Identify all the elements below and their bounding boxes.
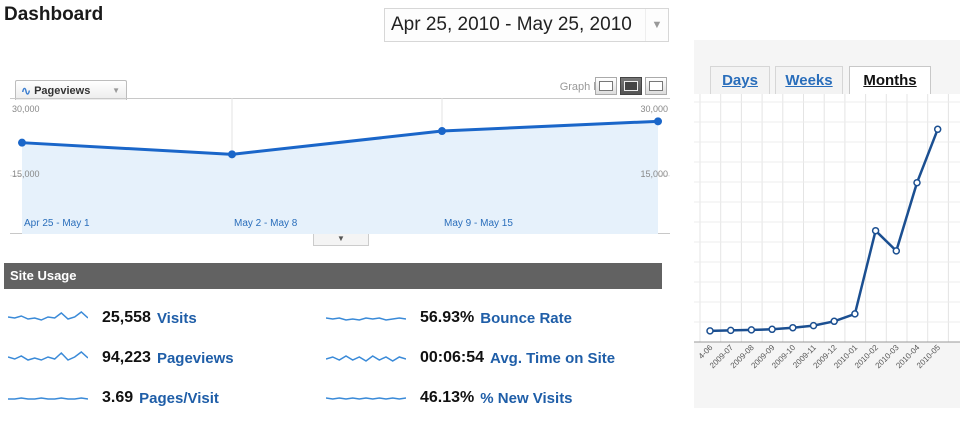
x-tick-label: Apr 25 - May 1 [24, 218, 90, 229]
sparkline [326, 397, 406, 400]
stat-pages-visit[interactable]: 3.69 Pages/Visit [8, 385, 326, 411]
page-title: Dashboard [4, 4, 104, 25]
y-tick-label: 30,000 [12, 104, 40, 114]
sparkline-path [8, 397, 88, 400]
metric-selector-label: Pageviews [34, 84, 91, 97]
site-usage-stats: 25,558 Visits 56.93% Bounce Rate 94,223 … [8, 305, 615, 411]
data-point [851, 310, 859, 318]
chevron-down-icon[interactable]: ▼ [645, 9, 668, 41]
stat-value: 25,558 [102, 309, 151, 326]
metric-selector[interactable]: ∿ Pageviews ▼ [15, 80, 127, 100]
date-range-text: Apr 25, 2010 - May 25, 2010 [391, 14, 632, 35]
data-point [726, 326, 735, 335]
chevron-down-icon: ▼ [112, 86, 120, 95]
data-point [809, 321, 818, 330]
growth-chart-panel: Days Weeks Months 4-06 2009-07 2009-08 2009… [694, 40, 960, 408]
stat-label[interactable]: Pages/Visit [139, 390, 219, 407]
stat-value: 56.93% [420, 309, 475, 326]
week-icon [624, 81, 638, 91]
stat-label[interactable]: Visits [157, 310, 197, 327]
data-point [768, 325, 776, 334]
graph-by-week-button[interactable] [620, 77, 642, 95]
data-point [913, 178, 921, 187]
tab-label: Weeks [785, 72, 833, 89]
sparkline [326, 317, 406, 321]
stat-value: 46.13% [420, 389, 475, 406]
tab-label: Months [863, 72, 917, 89]
line-chart-icon: ∿ [21, 83, 32, 98]
data-point [228, 150, 236, 159]
stat-value: 00:06:54 [420, 349, 485, 366]
x-tick-label: May 9 - May 15 [444, 218, 513, 229]
data-point [830, 317, 838, 326]
sparkline-path [326, 397, 406, 400]
stat-label[interactable]: Bounce Rate [480, 310, 572, 327]
expand-chart-button[interactable]: ▼ [313, 234, 369, 246]
data-point [789, 323, 797, 332]
tab-label: Days [722, 72, 758, 89]
stat-value: 94,223 [102, 349, 151, 366]
stat-new-visits[interactable]: 46.13% % New Visits [326, 385, 573, 411]
sparkline [326, 355, 406, 362]
data-point [438, 127, 446, 136]
stat-label[interactable]: Pageviews [157, 350, 234, 367]
pageviews-chart: 30,000 30,000 15,000 15,000 Apr 25 - May… [10, 98, 670, 234]
stat-visits[interactable]: 25,558 Visits [8, 305, 326, 331]
y-tick-label: 15,000 [640, 169, 668, 179]
sparkline [8, 397, 88, 400]
data-point [933, 125, 942, 134]
month-icon [649, 81, 663, 91]
sparkline-path [8, 311, 88, 321]
tab-months[interactable]: Months [849, 66, 931, 94]
data-point [706, 327, 714, 335]
stat-pageviews[interactable]: 94,223 Pageviews [8, 345, 326, 371]
data-point [654, 117, 662, 126]
data-point [18, 138, 26, 147]
sparkline-path [326, 355, 406, 362]
date-range-picker[interactable]: Apr 25, 2010 - May 25, 2010 ▼ [384, 8, 669, 42]
site-usage-header: Site Usage [4, 263, 662, 289]
data-point [892, 247, 901, 255]
pageviews-area [22, 121, 658, 234]
y-tick-label: 30,000 [640, 104, 668, 114]
y-tick-label: 15,000 [12, 169, 40, 179]
tab-days[interactable]: Days [710, 66, 770, 94]
growth-line-chart: 4-062009-072009-082009-092009-102009-112… [694, 94, 960, 371]
graph-by-month-button[interactable] [645, 77, 667, 95]
sparkline-path [8, 351, 88, 361]
sparkline-path [326, 317, 406, 321]
stat-bounce-rate[interactable]: 56.93% Bounce Rate [326, 305, 572, 331]
data-point [747, 326, 756, 334]
stat-value: 3.69 [102, 389, 134, 406]
sparkline [8, 351, 88, 361]
stat-label[interactable]: % New Visits [480, 390, 572, 407]
day-icon [599, 81, 613, 91]
pageviews-chart-panel: ∿ Pageviews ▼ Graph by: 30,000 30,000 15… [10, 74, 670, 246]
stat-avg-time[interactable]: 00:06:54 Avg. Time on Site [326, 345, 615, 371]
x-tick-label: 2010-05 [915, 343, 943, 371]
x-tick-label: 4-06 [697, 343, 715, 361]
x-tick-label: May 2 - May 8 [234, 218, 298, 229]
tab-weeks[interactable]: Weeks [775, 66, 843, 94]
data-point [871, 226, 880, 235]
stat-label[interactable]: Avg. Time on Site [490, 350, 615, 367]
sparkline [8, 311, 88, 321]
graph-by-day-button[interactable] [595, 77, 617, 95]
